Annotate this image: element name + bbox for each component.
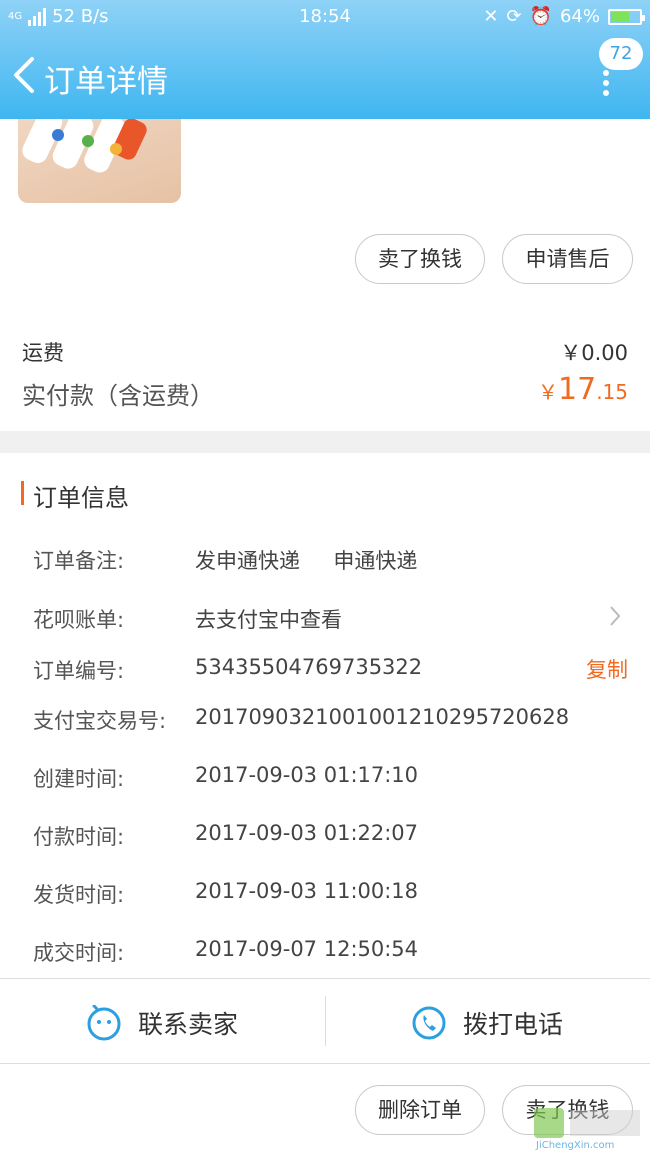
paid-label: 实付款（含运费） xyxy=(22,382,214,410)
note-value: 发申通快递 申通快递 xyxy=(195,549,418,573)
actions-divider xyxy=(325,996,326,1046)
copy-button[interactable]: 复制 xyxy=(586,654,628,684)
message-badge[interactable]: 72 xyxy=(599,38,643,70)
lock-rotation-icon: ⟳ xyxy=(506,6,522,27)
product-image xyxy=(22,119,147,173)
call-button[interactable]: 拨打电话 xyxy=(411,1000,563,1046)
page-title: 订单详情 xyxy=(44,64,168,100)
huabei-label: 花呗账单: xyxy=(33,608,125,632)
shipped-time-label: 发货时间: xyxy=(33,883,125,907)
actions-bottom-border xyxy=(0,1063,650,1064)
paid-currency: ￥ xyxy=(538,380,558,404)
battery-icon xyxy=(608,8,645,25)
alipay-no-label: 支付宝交易号: xyxy=(33,709,167,733)
chevron-right-icon[interactable] xyxy=(608,604,622,628)
call-label: 拨打电话 xyxy=(463,1010,564,1039)
after-sale-button[interactable]: 申请售后 xyxy=(502,234,633,284)
battery-percent: 64% xyxy=(559,6,600,27)
order-no-value: 53435504769735322 xyxy=(195,655,423,679)
created-time-value: 2017-09-03 01:17:10 xyxy=(195,763,419,787)
deal-time-label: 成交时间: xyxy=(33,941,125,965)
alipay-no-value: 2017090321001001210295720628 xyxy=(195,705,570,729)
shipped-time-value: 2017-09-03 11:00:18 xyxy=(195,879,419,903)
status-right: ✕ ⟳ ⏰ 64% xyxy=(483,6,645,27)
section-accent-bar xyxy=(21,481,24,505)
paid-time-label: 付款时间: xyxy=(33,825,125,849)
status-bar: 4G 52 B/s 18:54 ✕ ⟳ ⏰ 64% xyxy=(0,0,650,34)
contact-seller-button[interactable]: 联系卖家 xyxy=(86,1000,238,1046)
alarm-icon: ⏰ xyxy=(529,6,552,27)
order-info-title: 订单信息 xyxy=(33,484,129,512)
contact-seller-label: 联系卖家 xyxy=(138,1010,239,1039)
more-menu-icon[interactable] xyxy=(603,70,611,96)
delete-order-button[interactable]: 删除订单 xyxy=(355,1085,485,1135)
watermark-text: JiChengXin.com xyxy=(536,1140,615,1151)
sell-button[interactable]: 卖了换钱 xyxy=(355,234,485,284)
paid-integer: 17 xyxy=(558,372,597,407)
note-label: 订单备注: xyxy=(33,549,125,573)
order-no-label: 订单编号: xyxy=(33,659,125,683)
paid-time-value: 2017-09-03 01:22:07 xyxy=(195,821,419,845)
deal-time-value: 2017-09-07 12:50:54 xyxy=(195,937,419,961)
vibrate-icon: ✕ xyxy=(483,6,499,27)
paid-amount: ￥ 17 .15 xyxy=(538,372,628,407)
back-arrow-icon[interactable] xyxy=(10,55,38,95)
chat-bubble-icon xyxy=(87,1005,121,1041)
site-watermark: JiChengXin.com xyxy=(530,1102,650,1155)
section-divider xyxy=(0,431,650,453)
actions-top-border xyxy=(0,978,650,979)
created-time-label: 创建时间: xyxy=(33,767,125,791)
shipping-label: 运费 xyxy=(22,341,64,365)
paid-decimal: .15 xyxy=(596,380,628,404)
phone-icon xyxy=(412,1006,446,1040)
huabei-link[interactable]: 去支付宝中查看 xyxy=(195,604,342,634)
shipping-value: ￥0.00 xyxy=(560,341,628,365)
product-thumbnail[interactable] xyxy=(18,119,181,203)
